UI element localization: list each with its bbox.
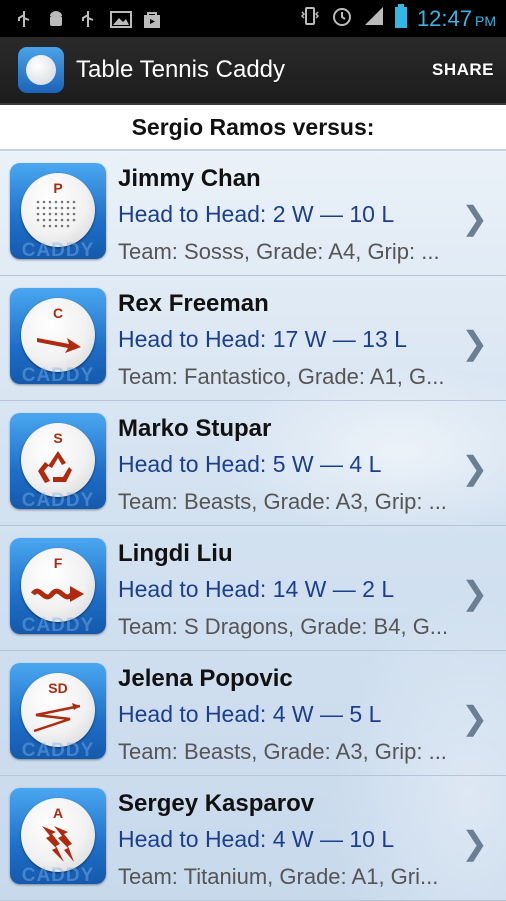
arrow-icon [37,338,81,353]
alarm-icon [331,5,353,32]
opponent-details: Team: Beasts, Grade: A3, Grip: ... [118,739,447,764]
opponent-row[interactable]: SD CADDY Jelena Popovic Head to Head: 4 … [0,651,506,776]
opponent-details: Team: Sosss, Grade: A4, Grip: ... [118,239,440,264]
zigzag-icon [33,703,81,733]
opponent-name: Lingdi Liu [118,540,233,567]
usb-icon [78,9,98,29]
head-to-head: Head to Head: 4 W — 5 L [118,701,382,727]
style-code: S [53,430,63,446]
notification-icons [0,9,162,29]
opponent-style-tile: P CADDY [10,163,106,259]
clock: 12:47 PM [417,6,496,32]
opponent-name: Jelena Popovic [118,665,293,692]
opponent-row[interactable]: F CADDY Lingdi Liu Head to Head: 14 W — … [0,526,506,651]
app-logo-icon[interactable] [18,47,64,93]
opponent-style-tile: F CADDY [10,538,106,634]
opponent-name: Marko Stupar [118,415,272,442]
style-code: P [53,180,63,196]
opponent-details: Team: Fantastico, Grade: A1, G... [118,364,445,389]
opponent-row[interactable]: S CADDY Marko Stupar Head to Head: 5 W —… [0,401,506,526]
opponent-name: Rex Freeman [118,290,269,317]
vibrate-icon [299,5,321,32]
signal-icon [363,5,385,32]
tile-watermark: CADDY [21,490,95,509]
tile-watermark: CADDY [21,740,95,759]
opponent-list: P CADDY Jimmy Chan Head to Head: 2 W — 1… [0,151,506,901]
opponent-style-tile: A CADDY [10,788,106,884]
head-to-head: Head to Head: 4 W — 10 L [118,826,395,852]
lightning-icon [42,826,74,862]
chevron-right-icon: ❯ [461,450,488,486]
head-to-head: Head to Head: 5 W — 4 L [118,451,382,477]
head-to-head: Head to Head: 2 W — 10 L [118,201,395,227]
opponent-row[interactable]: P CADDY Jimmy Chan Head to Head: 2 W — 1… [0,151,506,276]
opponent-style-tile: S CADDY [10,413,106,509]
recycle-icon [38,451,72,483]
battery-icon [394,4,407,33]
android-icon [46,9,66,29]
opponent-details: Team: Beasts, Grade: A3, Grip: ... [118,489,447,514]
opponent-row[interactable]: A CADDY Sergey Kasparov Head to Head: 4 … [0,776,506,901]
system-icons: 12:47 PM [299,4,506,33]
tile-watermark: CADDY [21,865,95,884]
opponent-style-tile: C CADDY [10,288,106,384]
opponent-name: Jimmy Chan [118,165,261,192]
wave-arrow-icon [30,586,84,602]
action-bar: Table Tennis Caddy SHARE [0,37,506,105]
chevron-right-icon: ❯ [461,200,488,236]
shopping-bag-icon [142,9,162,29]
head-to-head: Head to Head: 14 W — 2 L [118,576,395,602]
chevron-right-icon: ❯ [461,700,488,736]
style-code: F [53,555,63,571]
chevron-right-icon: ❯ [461,825,488,861]
chevron-right-icon: ❯ [461,575,488,611]
image-icon [110,9,132,29]
share-button[interactable]: SHARE [432,60,494,80]
opponent-row[interactable]: C CADDY Rex Freeman Head to Head: 17 W —… [0,276,506,401]
tile-watermark: CADDY [21,615,95,634]
clock-ampm: PM [475,12,496,29]
chevron-right-icon: ❯ [461,325,488,361]
tile-watermark: CADDY [21,240,95,259]
style-code: C [52,305,64,321]
clock-time: 12:47 [416,5,472,31]
style-code: SD [48,680,68,696]
tile-watermark: CADDY [21,365,95,384]
head-to-head: Head to Head: 17 W — 13 L [118,326,407,352]
opponent-details: Team: S Dragons, Grade: B4, G... [118,614,449,639]
opponent-style-tile: SD CADDY [10,663,106,759]
opponent-details: Team: Titanium, Grade: A1, Gri... [118,864,439,889]
app-title: Table Tennis Caddy [76,56,286,83]
list-header: Sergio Ramos versus: [0,105,506,151]
opponent-name: Sergey Kasparov [118,790,315,817]
status-bar: 12:47 PM [0,0,506,37]
pimples-icon [36,200,76,228]
usb-icon [14,9,34,29]
style-code: A [52,805,64,821]
